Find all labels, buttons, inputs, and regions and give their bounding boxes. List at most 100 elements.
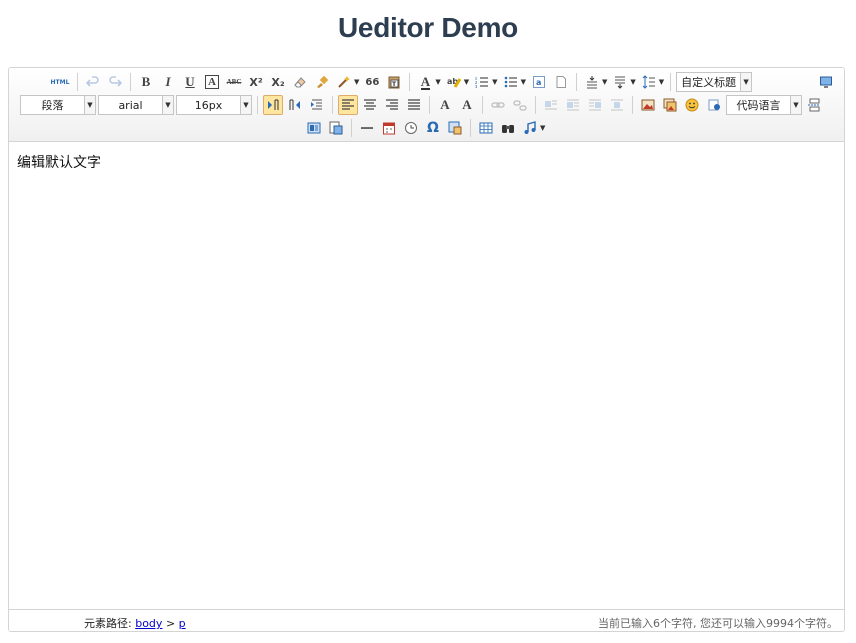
subscript-button[interactable]: X₂: [268, 72, 288, 92]
link-button[interactable]: [488, 95, 508, 115]
horizontal-rule-button[interactable]: [357, 118, 377, 138]
undo-button[interactable]: [83, 72, 103, 92]
chevron-down-icon[interactable]: ▼: [602, 78, 607, 86]
insert-time-button[interactable]: [401, 118, 421, 138]
element-path-label: 元素路径:: [84, 617, 132, 630]
italic-button[interactable]: I: [158, 72, 178, 92]
unlink-button[interactable]: [510, 95, 530, 115]
chevron-down-icon[interactable]: ▼: [354, 78, 359, 86]
font-size-select[interactable]: 16px ▼: [176, 95, 252, 115]
ordered-list-button[interactable]: 123: [472, 72, 492, 92]
chevron-down-icon[interactable]: ▼: [435, 78, 440, 86]
insert-date-button[interactable]: [379, 118, 399, 138]
unordered-list-icon: [504, 76, 517, 88]
chevron-down-icon[interactable]: ▼: [240, 96, 251, 114]
rowspacingtop-button[interactable]: [582, 72, 602, 92]
fullscreen-button[interactable]: [816, 72, 836, 92]
html-source-button[interactable]: HTML: [48, 72, 72, 92]
lineheight-button[interactable]: [639, 72, 659, 92]
multi-image-icon: [663, 98, 677, 112]
separator: [429, 96, 430, 114]
rowspacingbottom-button[interactable]: [610, 72, 630, 92]
ordered-list-icon: 123: [475, 76, 489, 89]
font-bigger-button[interactable]: A: [435, 95, 455, 115]
pasteplain-button[interactable]: T: [384, 72, 404, 92]
blockquote-button[interactable]: 66: [362, 72, 382, 92]
calendar-icon: [383, 122, 395, 135]
image-right-icon: [589, 99, 601, 111]
cleardoc-button[interactable]: [551, 72, 571, 92]
forecolor-button[interactable]: A: [415, 72, 435, 92]
bold-button[interactable]: B: [136, 72, 156, 92]
page-break-icon: [808, 98, 820, 112]
chevron-down-icon[interactable]: ▼: [521, 78, 526, 86]
directionality-rtl-button[interactable]: [285, 95, 305, 115]
unlink-icon: [513, 100, 527, 111]
html-source-label: HTML: [50, 78, 70, 86]
chevron-down-icon[interactable]: ▼: [659, 78, 664, 86]
selectall-button[interactable]: a: [529, 72, 549, 92]
separator: [470, 119, 471, 137]
editor-content-area[interactable]: 编辑默认文字: [9, 142, 844, 610]
magic-wand-icon: [338, 76, 350, 88]
removeformat-button[interactable]: [290, 72, 310, 92]
superscript-button[interactable]: X²: [246, 72, 266, 92]
chevron-down-icon[interactable]: ▼: [492, 78, 497, 86]
chevron-down-icon[interactable]: ▼: [464, 78, 469, 86]
superscript-icon: X²: [249, 75, 263, 89]
image-left-button[interactable]: [563, 95, 583, 115]
image-none-icon: [545, 100, 557, 110]
justify-center-button[interactable]: [360, 95, 380, 115]
wordimage-button[interactable]: [445, 118, 465, 138]
justify-left-button[interactable]: [338, 95, 358, 115]
separator: [575, 73, 577, 91]
image-right-button[interactable]: [585, 95, 605, 115]
font-smaller-button[interactable]: A: [457, 95, 477, 115]
chevron-down-icon[interactable]: ▼: [790, 96, 801, 114]
indent-button[interactable]: [307, 95, 327, 115]
special-chars-button[interactable]: Ω: [423, 118, 443, 138]
underline-button[interactable]: U: [180, 72, 200, 92]
formatmatch-button[interactable]: [312, 72, 332, 92]
emotion-button[interactable]: [682, 95, 702, 115]
redo-icon: [109, 76, 122, 87]
chevron-down-icon[interactable]: ▼: [630, 78, 635, 86]
music-icon: [524, 121, 536, 134]
chevron-down-icon[interactable]: ▼: [540, 124, 545, 132]
font-family-select[interactable]: arial ▼: [98, 95, 174, 115]
indent-icon: [311, 99, 322, 110]
redo-button[interactable]: [105, 72, 125, 92]
insert-table-button[interactable]: [476, 118, 496, 138]
fontborder-button[interactable]: A: [202, 72, 222, 92]
music-button[interactable]: [520, 118, 540, 138]
justify-right-button[interactable]: [382, 95, 402, 115]
element-path-p-link[interactable]: p: [179, 617, 186, 630]
background-button[interactable]: [326, 118, 346, 138]
row-spacing-bottom-icon: [615, 76, 626, 89]
paragraph-select[interactable]: 段落 ▼: [20, 95, 96, 115]
code-language-select[interactable]: 代码语言 ▼: [726, 95, 802, 115]
directionality-ltr-button[interactable]: [263, 95, 283, 115]
chevron-down-icon[interactable]: ▼: [740, 73, 752, 91]
image-center-button[interactable]: [607, 95, 627, 115]
font-color-icon: A: [420, 73, 431, 90]
custom-title-select[interactable]: 自定义标题 ▼: [676, 72, 753, 92]
unordered-list-button[interactable]: [501, 72, 521, 92]
page-break-button[interactable]: [804, 95, 824, 115]
backcolor-button[interactable]: ab: [444, 72, 464, 92]
chevron-down-icon[interactable]: ▼: [162, 96, 173, 114]
element-path-body-link[interactable]: body: [135, 617, 162, 630]
chevron-down-icon[interactable]: ▼: [84, 96, 95, 114]
simple-upload-button[interactable]: [638, 95, 658, 115]
insert-image-button[interactable]: [660, 95, 680, 115]
editor: HTML B I U A ABC X² X₂ ▼ 66 T A ▼ ab ▼ 1…: [8, 67, 845, 632]
strikethrough-button[interactable]: ABC: [224, 72, 244, 92]
search-replace-button[interactable]: [498, 118, 518, 138]
scrawl-button[interactable]: [704, 95, 724, 115]
justify-justify-button[interactable]: [404, 95, 424, 115]
font-family-value: arial: [118, 98, 143, 112]
template-button[interactable]: [304, 118, 324, 138]
image-none-button[interactable]: [541, 95, 561, 115]
editor-content-text[interactable]: 编辑默认文字: [17, 152, 101, 172]
autotypeset-button[interactable]: [334, 72, 354, 92]
